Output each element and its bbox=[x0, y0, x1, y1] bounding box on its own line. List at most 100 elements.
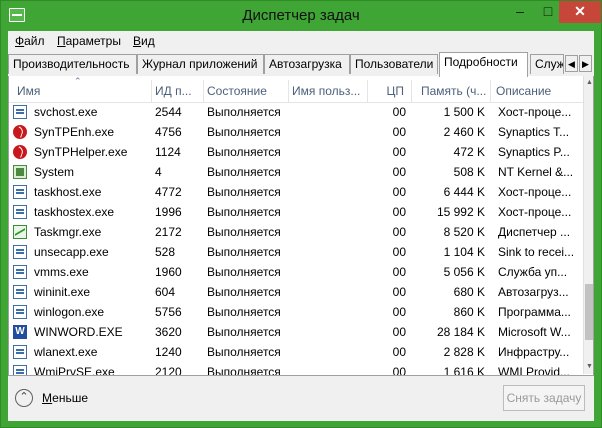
tab-performance[interactable]: Производительность bbox=[8, 54, 137, 74]
process-description: Служба уп... bbox=[498, 265, 568, 279]
process-cpu: 00 bbox=[392, 245, 406, 259]
title-bar[interactable]: Диспетчер задач – □ ✕ bbox=[1, 1, 601, 31]
process-pid: 4756 bbox=[155, 125, 182, 139]
tab-app-history[interactable]: Журнал приложений bbox=[137, 54, 264, 74]
process-user bbox=[289, 265, 366, 281]
process-name: vmms.exe bbox=[34, 265, 89, 279]
process-user bbox=[289, 145, 366, 161]
tab-users[interactable]: Пользователи bbox=[350, 54, 438, 74]
task-manager-window: Диспетчер задач – □ ✕ Файл Параметры Вид… bbox=[0, 0, 602, 428]
process-cpu: 00 bbox=[392, 165, 406, 179]
service-icon bbox=[13, 305, 27, 319]
process-description: NT Kernel &... bbox=[498, 165, 574, 179]
tab-scroll-left-icon[interactable]: ◀ bbox=[565, 55, 578, 72]
table-row[interactable]: SynTPHelper.exe 1124 Выполняется 00 472 K Syn… bbox=[9, 143, 583, 163]
table-row[interactable]: winlogon.exe 5756 Выполняется 00 860 K Програ… bbox=[9, 303, 583, 323]
end-task-button[interactable]: Снять задачу bbox=[503, 385, 585, 411]
menu-options[interactable]: Параметры bbox=[57, 34, 121, 48]
process-description: Инфрастру... bbox=[498, 345, 570, 359]
table-row[interactable]: wlanext.exe 1240 Выполняется 00 2 828 K Инфра… bbox=[9, 343, 583, 363]
process-description: Программа... bbox=[498, 305, 571, 319]
service-icon bbox=[13, 285, 27, 299]
maximize-button[interactable]: □ bbox=[535, 1, 561, 23]
process-state: Выполняется bbox=[207, 305, 281, 319]
process-state: Выполняется bbox=[207, 265, 281, 279]
process-name: taskhost.exe bbox=[34, 185, 102, 199]
table-row[interactable]: svchost.exe 2544 Выполняется 00 1 500 K Хост-… bbox=[9, 103, 583, 123]
process-pid: 2544 bbox=[155, 105, 182, 119]
process-pid: 2120 bbox=[155, 365, 182, 376]
column-cpu[interactable]: ЦП bbox=[368, 84, 410, 102]
process-name: wlanext.exe bbox=[34, 345, 98, 359]
process-memory: 2 460 K bbox=[443, 125, 485, 139]
table-row[interactable]: Taskmgr.exe 2172 Выполняется 00 8 520 K Диспе… bbox=[9, 223, 583, 243]
process-memory: 1 616 K bbox=[443, 365, 485, 376]
table-row[interactable]: wininit.exe 604 Выполняется 00 680 K Автозагр… bbox=[9, 283, 583, 303]
table-row[interactable]: vmms.exe 1960 Выполняется 00 5 056 K Служба у… bbox=[9, 263, 583, 283]
column-pid[interactable]: ИД п... bbox=[152, 84, 202, 102]
menu-view[interactable]: Вид bbox=[133, 34, 155, 48]
word-icon: W bbox=[13, 325, 27, 339]
service-icon bbox=[13, 365, 27, 375]
process-name: SynTPEnh.exe bbox=[34, 125, 115, 139]
tab-scroll-right-icon[interactable]: ▶ bbox=[579, 55, 592, 72]
process-memory: 28 184 K bbox=[436, 325, 485, 339]
process-pid: 4 bbox=[155, 165, 162, 179]
process-pid: 1240 bbox=[155, 345, 182, 359]
fewer-details-link[interactable]: Меньше bbox=[42, 391, 88, 405]
table-row[interactable]: unsecapp.exe 528 Выполняется 00 1 104 K Sink … bbox=[9, 243, 583, 263]
column-header: ⌃ Имя ИД п... Состояние Имя польз... ЦП … bbox=[9, 76, 583, 103]
process-name: Taskmgr.exe bbox=[34, 225, 102, 239]
process-state: Выполняется bbox=[207, 225, 281, 239]
process-description: Synaptics P... bbox=[498, 145, 570, 159]
tab-startup[interactable]: Автозагрузка bbox=[264, 54, 350, 74]
process-description: Synaptics T... bbox=[498, 125, 570, 139]
column-description[interactable]: Описание bbox=[491, 84, 581, 102]
process-state: Выполняется bbox=[207, 285, 281, 299]
table-row[interactable]: taskhostex.exe 1996 Выполняется 00 15 992 K Х… bbox=[9, 203, 583, 223]
scroll-down-icon[interactable]: ▼ bbox=[584, 360, 593, 374]
process-state: Выполняется bbox=[207, 185, 281, 199]
process-cpu: 00 bbox=[392, 125, 406, 139]
column-name[interactable]: Имя bbox=[14, 84, 150, 102]
taskmgr-icon bbox=[13, 225, 27, 239]
service-icon bbox=[13, 105, 27, 119]
close-button[interactable]: ✕ bbox=[559, 1, 601, 23]
scroll-up-icon[interactable]: ▲ bbox=[584, 76, 593, 90]
scrollbar-thumb[interactable] bbox=[585, 284, 593, 340]
process-cpu: 00 bbox=[392, 225, 406, 239]
table-row[interactable]: taskhost.exe 4772 Выполняется 00 6 444 K Хост… bbox=[9, 183, 583, 203]
column-state[interactable]: Состояние bbox=[204, 84, 287, 102]
process-user bbox=[289, 245, 366, 261]
column-memory[interactable]: Память (ч... bbox=[412, 84, 489, 102]
process-name: SynTPHelper.exe bbox=[34, 145, 128, 159]
vertical-scrollbar[interactable]: ▲ ▼ bbox=[583, 76, 593, 374]
tab-details[interactable]: Подробности bbox=[439, 52, 528, 77]
minimize-button[interactable]: – bbox=[507, 1, 533, 23]
process-description: Хост-проце... bbox=[498, 105, 572, 119]
process-pid: 1124 bbox=[155, 145, 181, 159]
process-description: Автозагруз... bbox=[498, 285, 569, 299]
table-row[interactable]: WmiPrvSE.exe 2120 Выполняется 00 1 616 K WMI … bbox=[9, 363, 583, 376]
process-pid: 3620 bbox=[155, 325, 182, 339]
tab-services[interactable]: Службы bbox=[530, 54, 564, 74]
process-memory: 1 500 K bbox=[443, 105, 485, 119]
process-description: Хост-проце... bbox=[498, 205, 572, 219]
details-panel: ⌃ Имя ИД п... Состояние Имя польз... ЦП … bbox=[8, 76, 594, 376]
process-state: Выполняется bbox=[207, 125, 281, 139]
process-state: Выполняется bbox=[207, 245, 281, 259]
table-row[interactable]: W WINWORD.EXE 3620 Выполняется 00 28 184 K Mic… bbox=[9, 323, 583, 343]
process-cpu: 00 bbox=[392, 325, 406, 339]
chevron-up-icon[interactable]: ⌃ bbox=[15, 389, 33, 407]
table-row[interactable]: SynTPEnh.exe 4756 Выполняется 00 2 460 K Syna… bbox=[9, 123, 583, 143]
process-cpu: 00 bbox=[392, 265, 406, 279]
process-memory: 508 K bbox=[453, 165, 485, 179]
process-cpu: 00 bbox=[392, 305, 406, 319]
process-user bbox=[289, 285, 366, 301]
process-name: System bbox=[34, 165, 75, 179]
menu-file[interactable]: Файл bbox=[15, 34, 45, 48]
process-memory: 15 992 K bbox=[436, 205, 485, 219]
process-user bbox=[289, 345, 366, 361]
column-user[interactable]: Имя польз... bbox=[289, 84, 366, 102]
table-row[interactable]: System 4 Выполняется 00 508 K NT Kernel &... bbox=[9, 163, 583, 183]
